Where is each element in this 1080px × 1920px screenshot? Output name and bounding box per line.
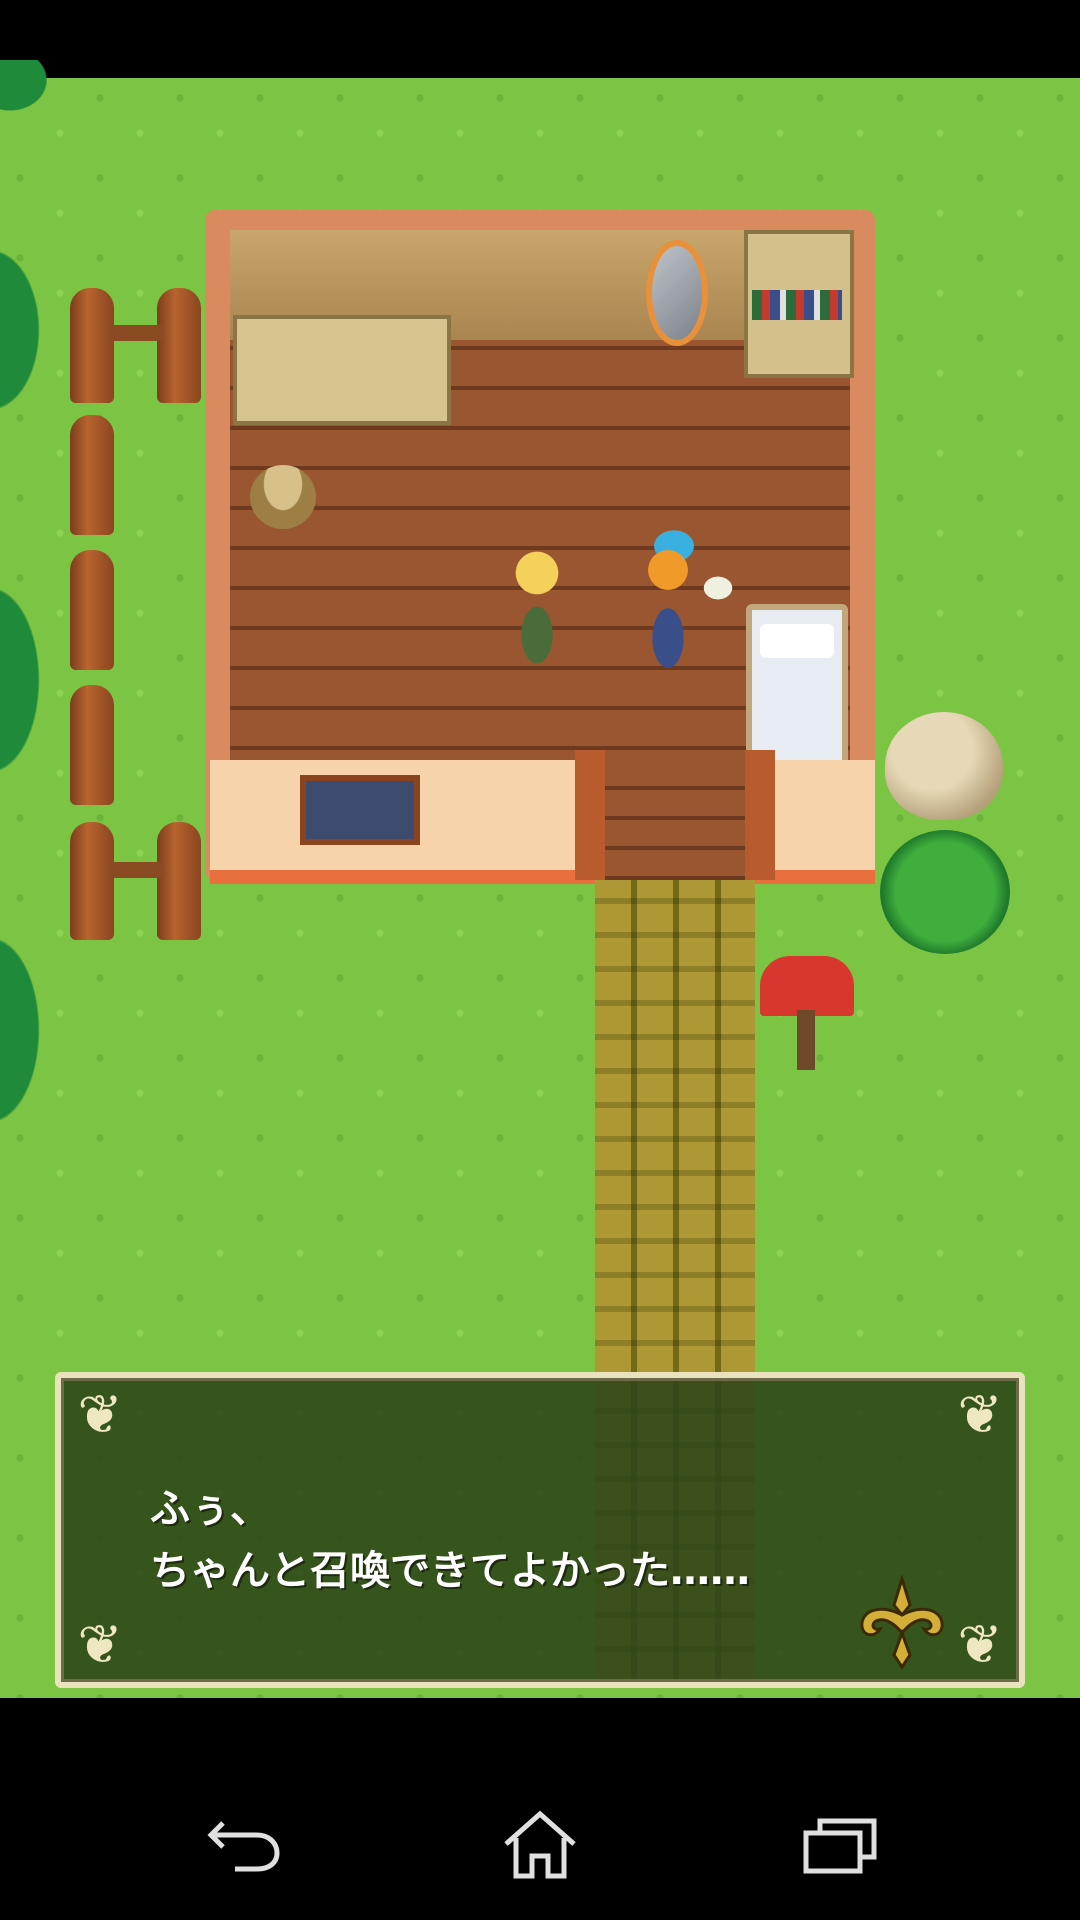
doorway [580, 760, 750, 880]
door-post [745, 750, 775, 880]
fence-post [157, 288, 201, 403]
fence-post [157, 822, 201, 940]
corner-ornament-icon: ❦ [77, 1383, 123, 1446]
back-icon[interactable] [200, 1800, 290, 1890]
books [752, 290, 842, 320]
stool [250, 465, 316, 529]
corner-ornament-icon: ❦ [957, 1613, 1003, 1676]
fence-post [70, 822, 114, 940]
table [233, 315, 451, 425]
mailbox-post [797, 1010, 815, 1070]
door-post [575, 750, 605, 880]
fleur-arrow-icon[interactable] [850, 1573, 954, 1671]
recents-icon[interactable] [795, 1800, 885, 1890]
pillow [760, 624, 834, 658]
fence-post [70, 288, 114, 403]
rock [885, 712, 1003, 820]
mirror [646, 240, 708, 346]
fence-rail [110, 325, 162, 341]
home-icon[interactable] [495, 1800, 585, 1890]
character-mage-player[interactable] [628, 530, 738, 680]
trees-left [0, 60, 70, 1210]
fence-rail [110, 862, 162, 878]
window [300, 775, 420, 845]
character-blonde-girl[interactable] [505, 535, 569, 675]
fence-post [70, 415, 114, 535]
dialog-text: ふぅ、ちゃんと召喚できてよかった…… [150, 1478, 750, 1602]
corner-ornament-icon: ❦ [77, 1613, 123, 1676]
corner-ornament-icon: ❦ [957, 1383, 1003, 1446]
fence-post [70, 685, 114, 805]
status-bar [0, 0, 1080, 78]
fence-post [70, 550, 114, 670]
mailbox[interactable] [760, 956, 854, 1016]
dialog-line-1: ふぅ、 [150, 1486, 270, 1532]
bush [880, 830, 1010, 954]
dialog-line-2: ちゃんと召喚できてよかった…… [150, 1548, 750, 1594]
